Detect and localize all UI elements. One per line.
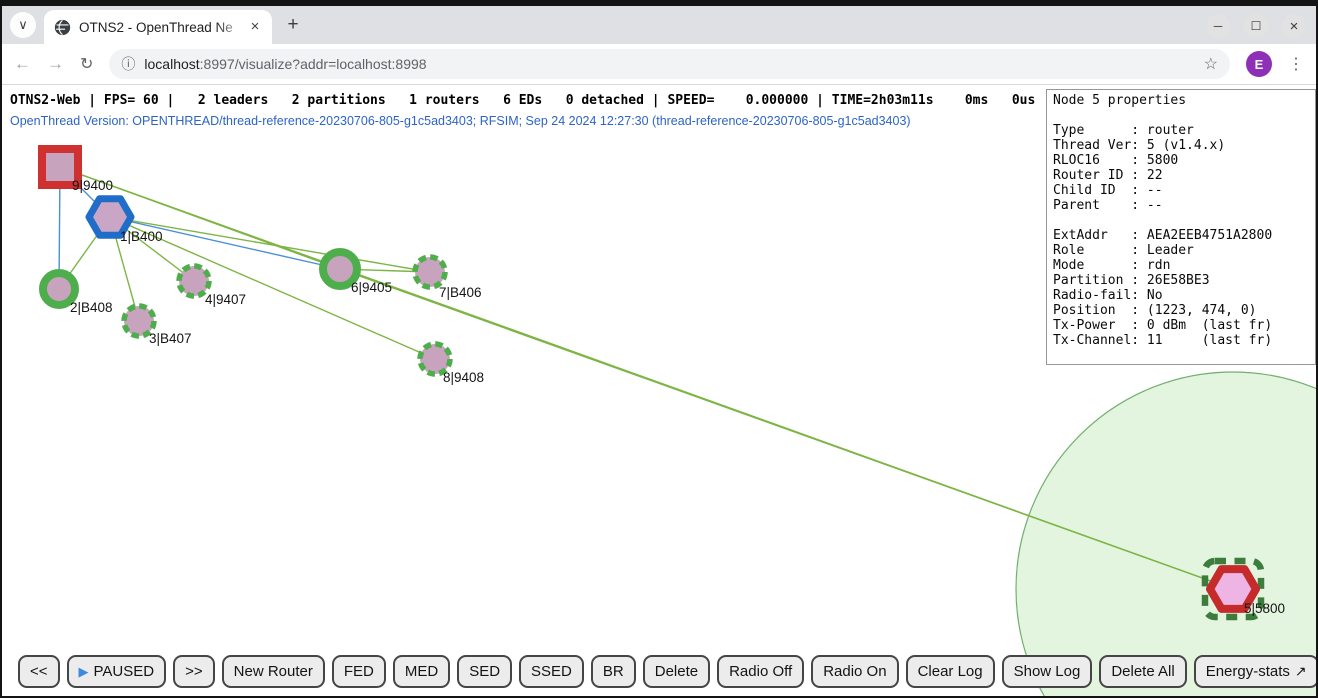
node-label-9: 9|9400 — [72, 178, 113, 193]
toolbar-button-label: FED — [344, 663, 374, 680]
node-properties-panel: Node 5 properties Type : router Thread V… — [1046, 89, 1316, 365]
maximize-icon: ☐ — [1251, 19, 1262, 33]
toolbar-button-label: BR — [603, 663, 624, 680]
plus-icon: + — [287, 14, 298, 35]
node-shape-circle — [415, 257, 445, 287]
toolbar-button-delete[interactable]: Delete — [643, 655, 710, 688]
topology-node-9[interactable]: 9|9400 — [42, 149, 113, 193]
node-label-7: 7|B406 — [439, 285, 482, 300]
toolbar-button-label: Energy-stats — [1206, 663, 1290, 680]
toolbar-button-energy-stats[interactable]: Energy-stats ↗ — [1194, 655, 1316, 688]
toolbar-button-label: >> — [185, 663, 203, 680]
toolbar-button-new-router[interactable]: New Router — [222, 655, 325, 688]
openthread-version-line: OpenThread Version: OPENTHREAD/thread-re… — [10, 114, 911, 128]
tab-title: OTNS2 - OpenThread Ne — [79, 20, 246, 35]
toolbar-button-radio-on[interactable]: Radio On — [811, 655, 898, 688]
toolbar-button-sed[interactable]: SED — [457, 655, 512, 688]
simulation-toolbar: << ▶ PAUSED >> New Router FED MED SED SSED BR Dele… — [18, 655, 1316, 688]
window-maximize-button[interactable]: ☐ — [1244, 14, 1268, 38]
close-icon: × — [251, 18, 260, 35]
toolbar-button-label: Delete — [655, 663, 698, 680]
url-text[interactable]: localhost:8997/visualize?addr=localhost:… — [144, 56, 1194, 72]
forward-button[interactable]: → — [47, 54, 64, 74]
toolbar-button-br[interactable]: BR — [591, 655, 636, 688]
node-label-5: 5|5800 — [1244, 601, 1285, 616]
kebab-menu-icon: ⋮ — [1288, 56, 1304, 73]
toolbar-button-label: SED — [469, 663, 500, 680]
toolbar-button-show-log[interactable]: Show Log — [1002, 655, 1093, 688]
toolbar-button-label: << — [30, 663, 48, 680]
browser-menu-button[interactable]: ⋮ — [1288, 54, 1304, 74]
toolbar-button-label: Radio On — [823, 663, 886, 680]
tab-bar: ∨ OTNS2 - OpenThread Ne × + ─ ☐ × — [2, 6, 1316, 44]
toolbar-button-label: Delete All — [1111, 663, 1174, 680]
topology-node-6[interactable]: 6|9405 — [323, 252, 392, 295]
node-label-2: 2|B408 — [70, 300, 113, 315]
toolbar-button-label: PAUSED — [94, 663, 155, 680]
topology-link-1-7 — [110, 217, 430, 272]
profile-avatar[interactable]: E — [1246, 51, 1272, 77]
toolbar-button-clear-log[interactable]: Clear Log — [906, 655, 995, 688]
address-bar[interactable]: ⓘ localhost:8997/visualize?addr=localhos… — [109, 49, 1230, 79]
tab-close-button[interactable]: × — [246, 18, 264, 36]
toolbar-button-label: Show Log — [1014, 663, 1081, 680]
minimize-icon: ─ — [1214, 19, 1223, 33]
toolbar-button-label: Clear Log — [918, 663, 983, 680]
topology-node-8[interactable]: 8|9408 — [420, 344, 484, 385]
tab-otns2[interactable]: OTNS2 - OpenThread Ne × — [44, 10, 272, 44]
star-icon: ☆ — [1204, 56, 1218, 73]
toolbar-button-[interactable]: << — [18, 655, 60, 688]
node-properties-text: Node 5 properties Type : router Thread V… — [1053, 93, 1309, 348]
avatar-letter: E — [1255, 57, 1264, 72]
chevron-down-icon: ∨ — [18, 17, 28, 33]
topology-node-7[interactable]: 7|B406 — [415, 257, 482, 300]
topology-node-1[interactable]: 1|B400 — [89, 199, 163, 244]
bookmark-button[interactable]: ☆ — [1204, 54, 1218, 74]
node-label-4: 4|9407 — [205, 292, 246, 307]
close-icon: × — [1290, 18, 1299, 35]
node-label-1: 1|B400 — [120, 229, 163, 244]
toolbar-button-fed[interactable]: FED — [332, 655, 386, 688]
toolbar-button-[interactable]: >> — [173, 655, 215, 688]
browser-toolbar: ← → ↻ ⓘ localhost:8997/visualize?addr=lo… — [2, 44, 1316, 84]
window-minimize-button[interactable]: ─ — [1206, 14, 1230, 38]
play-icon: ▶ — [79, 664, 89, 680]
reload-icon: ↻ — [80, 56, 93, 73]
toolbar-button-delete-all[interactable]: Delete All — [1099, 655, 1186, 688]
toolbar-button-radio-off[interactable]: Radio Off — [717, 655, 804, 688]
url-host: localhost — [144, 56, 199, 72]
site-info-button[interactable]: ⓘ — [121, 54, 135, 74]
otns-canvas-area: 9|9400 1|B400 2|B408 3|B407 4|9407 6|9405 7|B4… — [2, 85, 1316, 696]
radio-range-circle — [1016, 372, 1316, 696]
forward-icon: → — [47, 54, 64, 73]
toolbar-button-paused[interactable]: ▶ PAUSED — [67, 655, 167, 688]
url-path: :8997/visualize?addr=localhost:8998 — [200, 56, 427, 72]
window-close-button[interactable]: × — [1282, 14, 1306, 38]
toolbar-button-label: MED — [405, 663, 438, 680]
reload-button[interactable]: ↻ — [80, 54, 93, 74]
toolbar-button-label: Radio Off — [729, 663, 792, 680]
info-icon: ⓘ — [121, 56, 135, 72]
new-tab-button[interactable]: + — [280, 12, 306, 38]
topology-node-3[interactable]: 3|B407 — [124, 306, 192, 346]
node-label-3: 3|B407 — [149, 331, 192, 346]
node-label-8: 8|9408 — [443, 370, 484, 385]
globe-favicon-icon — [54, 19, 71, 36]
toolbar-button-label: SSED — [531, 663, 572, 680]
toolbar-button-med[interactable]: MED — [393, 655, 450, 688]
back-button[interactable]: ← — [14, 54, 31, 74]
simulation-status-line: OTNS2-Web | FPS= 60 | 2 leaders 2 partit… — [10, 93, 1035, 108]
topology-node-2[interactable]: 2|B408 — [43, 273, 113, 315]
browser-window: ∨ OTNS2 - OpenThread Ne × + ─ ☐ × ← → ↻ … — [0, 0, 1318, 698]
toolbar-button-ssed[interactable]: SSED — [519, 655, 584, 688]
toolbar-button-label: New Router — [234, 663, 313, 680]
window-controls: ─ ☐ × — [1206, 14, 1306, 38]
node-label-6: 6|9405 — [351, 280, 392, 295]
tab-search-button[interactable]: ∨ — [10, 12, 36, 38]
external-link-icon: ↗ — [1295, 663, 1307, 680]
back-icon: ← — [14, 54, 31, 73]
